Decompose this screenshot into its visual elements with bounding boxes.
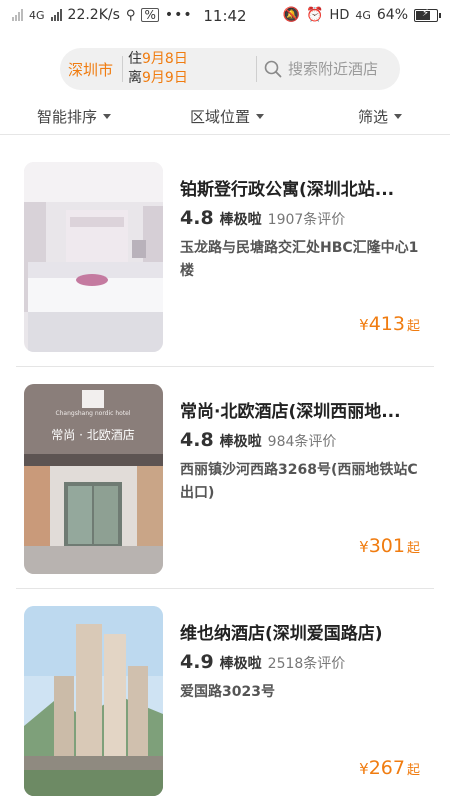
checkin-row: 住9月8日 — [128, 50, 188, 69]
hd-label: HD — [329, 7, 350, 23]
checkout-date: 9月9日 — [142, 70, 188, 86]
date-selector[interactable]: 住9月8日 离9月9日 — [128, 50, 188, 88]
rating-score: 4.9 — [180, 651, 214, 673]
hotel-photo[interactable]: Changshang nordic hotel 常尚 · 北欧酒店 — [24, 384, 163, 574]
search-bar: 深圳市 住9月8日 离9月9日 — [60, 48, 400, 90]
filter-sort-label: 智能排序 — [37, 108, 98, 126]
rating-line: 4.8 棒极啦 1907条评价 — [180, 207, 345, 229]
hotel-card[interactable]: 铂斯登行政公寓(深圳北站... 4.8 棒极啦 1907条评价 玉龙路与民塘路交… — [0, 145, 450, 367]
alarm-icon: ⏰ — [306, 7, 324, 23]
network-type-2: 4G — [355, 8, 371, 22]
divider — [256, 56, 257, 82]
checkout-prefix: 离 — [128, 70, 142, 86]
rating-score: 4.8 — [180, 429, 214, 451]
hotel-price: ¥ 413 起 — [359, 313, 420, 335]
filter-sort[interactable]: 智能排序 — [37, 106, 112, 127]
checkin-prefix: 住 — [128, 51, 142, 67]
hotel-name[interactable]: 维也纳酒店(深圳爱国路店) — [180, 619, 430, 644]
rating-line: 4.9 棒极啦 2518条评价 — [180, 651, 345, 673]
battery-percent: 64% — [376, 7, 408, 23]
rating-line: 4.8 棒极啦 984条评价 — [180, 429, 336, 451]
filter-area-label: 区域位置 — [190, 108, 251, 126]
price-suffix: 起 — [406, 763, 420, 778]
filter-area[interactable]: 区域位置 — [190, 106, 265, 127]
hotel-price: ¥ 267 起 — [359, 757, 420, 779]
search-icon — [264, 60, 282, 78]
hotel-address: 西丽镇沙河西路3268号(西丽地铁站C出口) — [180, 462, 418, 501]
review-count: 984条评价 — [267, 434, 337, 450]
checkout-row: 离9月9日 — [128, 69, 188, 88]
dropdown-arrow-icon — [103, 114, 112, 119]
hotel-photo[interactable] — [24, 162, 163, 352]
hotel-card[interactable]: Changshang nordic hotel 常尚 · 北欧酒店 常尚·北欧酒… — [0, 367, 450, 589]
status-bar: 4G 22.2K/s ⚲ % ••• 11:42 🔕 ⏰ HD 4G 64% ⚡ — [0, 0, 450, 32]
review-count: 2518条评价 — [267, 656, 346, 672]
checkin-date: 9月8日 — [142, 51, 188, 67]
status-right: 🔕 ⏰ HD 4G 64% ⚡ — [282, 7, 441, 23]
price-currency: ¥ — [359, 316, 369, 334]
price-currency: ¥ — [359, 538, 369, 556]
battery-icon: ⚡ — [414, 7, 441, 22]
filter-bar: 智能排序 区域位置 筛选 — [0, 100, 450, 135]
hotel-name[interactable]: 常尚·北欧酒店(深圳西丽地... — [180, 397, 430, 422]
photo-sign-cn: 常尚 · 北欧酒店 — [51, 428, 134, 442]
filter-more-label: 筛选 — [358, 108, 389, 126]
hotel-address: 爱国路3023号 — [180, 684, 275, 700]
filter-more[interactable]: 筛选 — [358, 106, 403, 127]
rating-label: 棒极啦 — [219, 656, 262, 672]
hotel-price: ¥ 301 起 — [359, 535, 420, 557]
price-currency: ¥ — [359, 760, 369, 778]
hotel-photo[interactable] — [24, 606, 163, 796]
dropdown-arrow-icon — [256, 114, 265, 119]
hotel-name[interactable]: 铂斯登行政公寓(深圳北站... — [180, 175, 430, 200]
photo-sign-en: Changshang nordic hotel — [55, 410, 130, 417]
rating-score: 4.8 — [180, 207, 214, 229]
price-suffix: 起 — [406, 319, 420, 334]
city-selector[interactable]: 深圳市 — [68, 59, 113, 80]
charging-bolt-icon: ⚡ — [422, 7, 430, 19]
price-suffix: 起 — [406, 541, 420, 556]
price-value: 301 — [368, 535, 405, 557]
rating-label: 棒极啦 — [219, 434, 262, 450]
mute-bell-icon: 🔕 — [282, 7, 301, 23]
rating-label: 棒极啦 — [219, 212, 262, 228]
price-value: 413 — [368, 313, 405, 335]
review-count: 1907条评价 — [267, 212, 346, 228]
hotel-card[interactable]: 维也纳酒店(深圳爱国路店) 4.9 棒极啦 2518条评价 爱国路3023号 ¥… — [0, 589, 450, 811]
hotel-address: 玉龙路与民塘路交汇处HBC汇隆中心1楼 — [180, 240, 419, 279]
dropdown-arrow-icon — [394, 114, 403, 119]
divider — [122, 56, 123, 82]
search-input[interactable] — [288, 58, 396, 80]
price-value: 267 — [368, 757, 405, 779]
